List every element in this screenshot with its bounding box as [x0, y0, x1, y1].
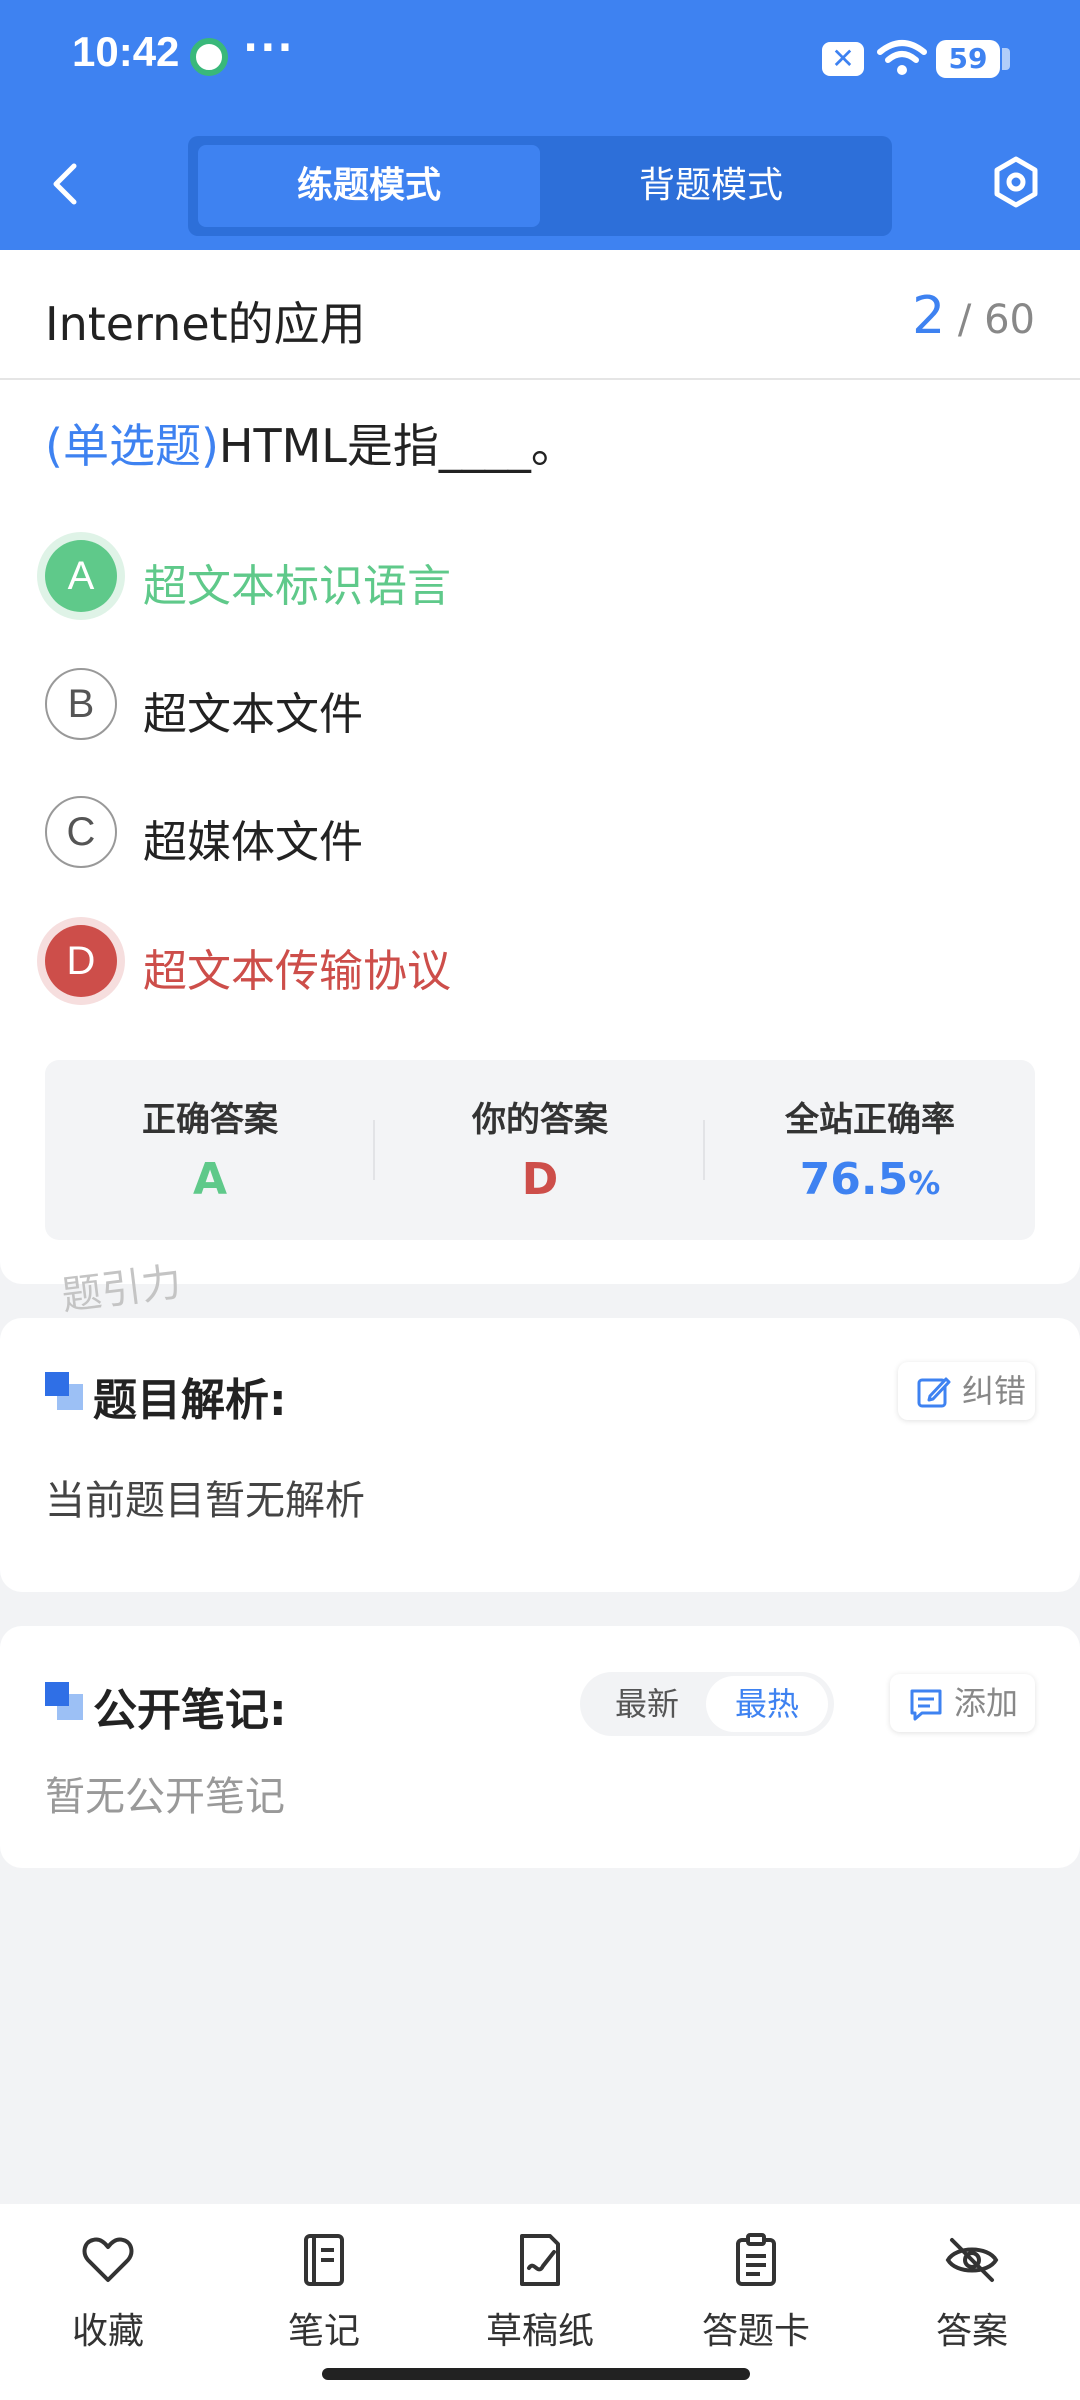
analysis-title: 题目解析:	[93, 1375, 287, 1426]
answer-summary: 正确答案 A 你的答案 D 全站正确率 76.5%	[45, 1060, 1035, 1240]
nav-label: 收藏	[71, 2311, 144, 2352]
your-answer-value: D	[521, 1154, 559, 1205]
question-progress: 2 / 60	[912, 286, 1035, 346]
nav-label: 草稿纸	[485, 2311, 594, 2352]
current-question-number: 2	[912, 286, 946, 346]
eye-off-icon	[945, 2238, 999, 2282]
sort-latest-option[interactable]: 最新	[586, 1676, 708, 1732]
option-letter: A	[45, 540, 117, 612]
tab-practice-mode[interactable]: 练题模式	[198, 145, 540, 227]
edit-icon	[917, 1377, 951, 1408]
nav-draft-paper[interactable]: 草稿纸	[432, 2232, 648, 2372]
report-error-label: 纠错	[962, 1372, 1027, 1410]
option-text: 超文本标识语言	[143, 561, 451, 612]
notes-title: 公开笔记:	[93, 1685, 287, 1736]
option-text: 超文本传输协议	[143, 946, 451, 997]
status-time: 10:42	[72, 28, 180, 75]
mode-switch: 练题模式 背题模式	[188, 136, 892, 236]
option-letter: B	[45, 668, 117, 740]
site-accuracy-number: 76.5	[799, 1154, 909, 1205]
wifi-icon	[877, 40, 927, 75]
app-notification-icon	[190, 38, 228, 76]
nav-label: 答案	[935, 2311, 1008, 2352]
option-text: 超媒体文件	[143, 817, 363, 868]
answer-card-icon	[736, 2233, 776, 2286]
site-accuracy-label: 全站正确率	[785, 1100, 955, 1140]
tab-memorize-mode[interactable]: 背题模式	[540, 145, 882, 227]
battery-icon: 59	[936, 40, 1010, 78]
section-icon	[45, 1372, 83, 1410]
add-note-button[interactable]: 添加	[890, 1674, 1035, 1732]
notes-sort-toggle: 最新 最热	[580, 1672, 834, 1736]
notes-card: 公开笔记: 最新 最热 添加 暂无公开笔记	[0, 1626, 1080, 1868]
no-sim-icon: ✕	[822, 42, 864, 76]
divider	[0, 378, 1080, 380]
option-c[interactable]: C 超媒体文件	[45, 792, 1035, 872]
your-answer: 你的答案 D	[375, 1060, 705, 1240]
correct-answer: 正确答案 A	[45, 1060, 375, 1240]
option-a[interactable]: A 超文本标识语言	[45, 536, 1035, 616]
nav-answer-card[interactable]: 答题卡	[648, 2232, 864, 2372]
more-notifications-icon: ···	[243, 25, 295, 71]
site-accuracy-unit: %	[908, 1164, 941, 1202]
heart-icon	[82, 2237, 134, 2282]
chapter-title: Internet的应用	[45, 297, 366, 351]
nav-notes[interactable]: 笔记	[216, 2232, 432, 2372]
analysis-text: 当前题目暂无解析	[45, 1478, 365, 1524]
option-letter: C	[45, 796, 117, 868]
question-stem-text: HTML是指____。	[218, 419, 577, 473]
notes-empty-text: 暂无公开笔记	[45, 1774, 285, 1820]
nav-favorite[interactable]: 收藏	[0, 2232, 216, 2372]
top-bar: 10:42 ··· ✕ 59 练题模式 背题模式	[0, 0, 1080, 250]
question-type: (单选题)	[45, 419, 219, 473]
section-icon	[45, 1682, 83, 1720]
question-stem: (单选题)HTML是指____。	[45, 410, 577, 476]
nav-show-answer[interactable]: 答案	[864, 2232, 1080, 2372]
option-text: 超文本文件	[143, 689, 363, 740]
back-chevron-icon[interactable]	[40, 158, 92, 210]
option-letter: D	[45, 925, 117, 997]
correct-answer-label: 正确答案	[142, 1100, 278, 1140]
site-accuracy: 全站正确率 76.5%	[705, 1060, 1035, 1240]
add-note-label: 添加	[954, 1684, 1019, 1722]
sort-hottest-option[interactable]: 最热	[706, 1676, 828, 1732]
settings-icon[interactable]	[988, 154, 1044, 210]
analysis-card: 题目解析: 纠错 当前题目暂无解析	[0, 1318, 1080, 1592]
option-b[interactable]: B 超文本文件	[45, 664, 1035, 744]
correct-answer-value: A	[192, 1154, 228, 1205]
your-answer-label: 你的答案	[472, 1100, 608, 1140]
site-accuracy-value: 76.5%	[705, 1154, 1035, 1205]
total-questions: / 60	[957, 297, 1035, 343]
option-d[interactable]: D 超文本传输协议	[45, 921, 1035, 1001]
home-indicator[interactable]	[322, 2368, 750, 2380]
nav-label: 笔记	[287, 2311, 360, 2352]
nav-label: 答题卡	[701, 2311, 810, 2352]
report-error-button[interactable]: 纠错	[898, 1362, 1035, 1420]
draft-paper-icon	[520, 2234, 560, 2286]
comment-icon	[910, 1689, 942, 1721]
question-card: Internet的应用 2 / 60 (单选题)HTML是指____。 A 超文…	[0, 250, 1080, 1284]
notebook-icon	[304, 2234, 344, 2286]
